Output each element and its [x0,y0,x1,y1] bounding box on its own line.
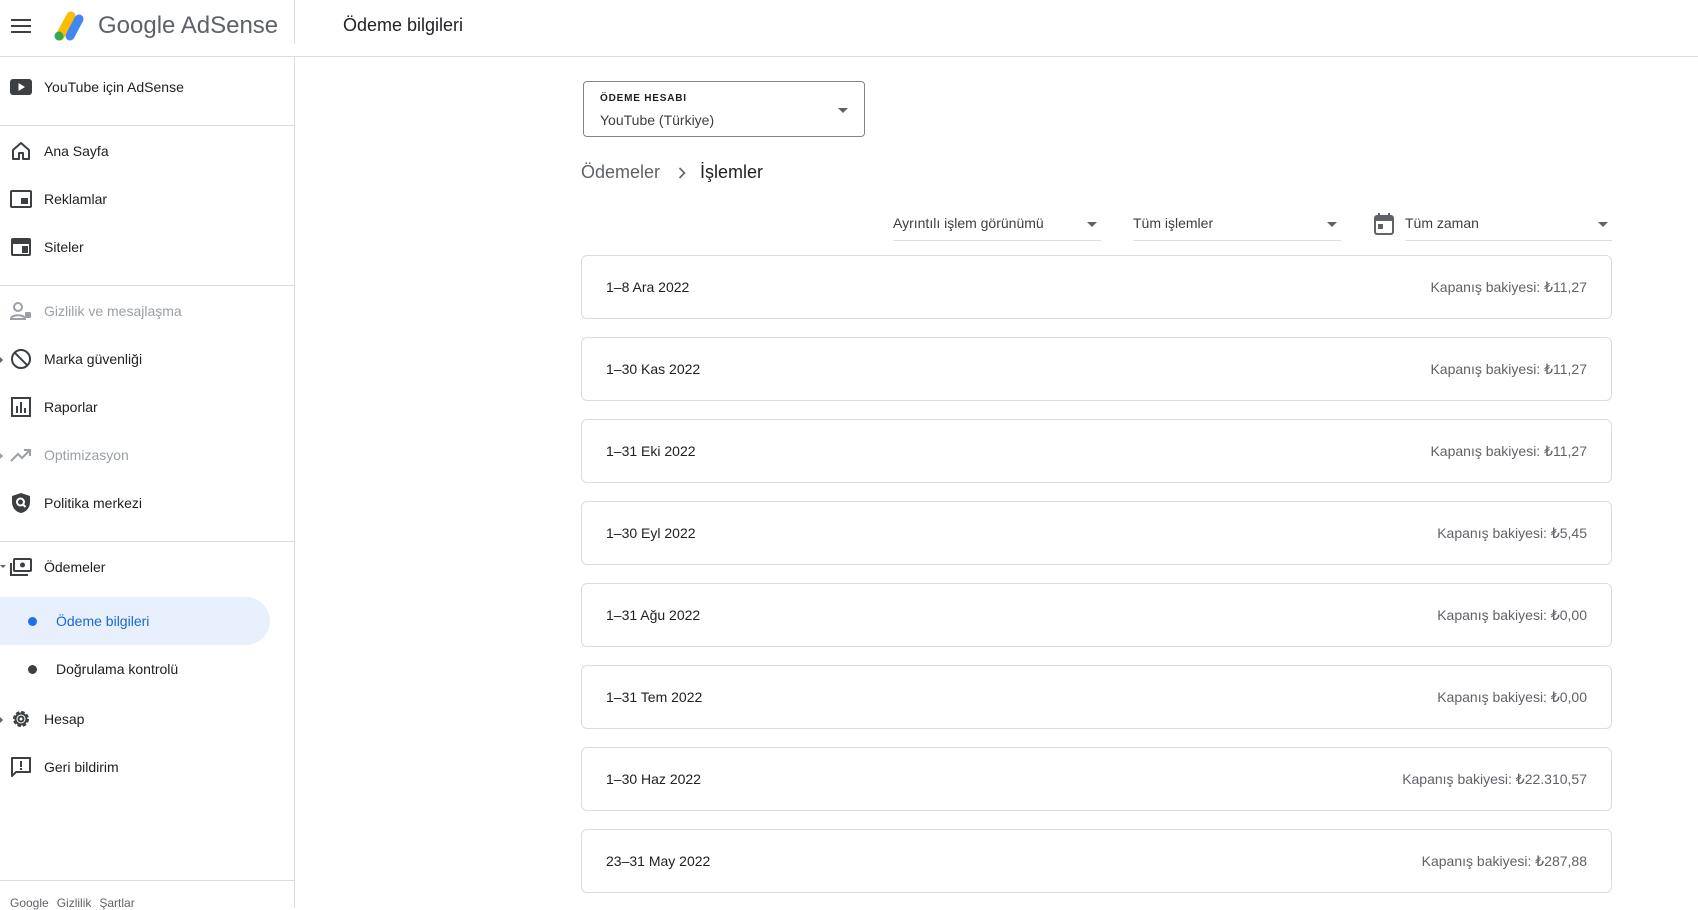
sidebar: YouTube için AdSense Ana Sayfa Reklamlar… [0,57,295,908]
breadcrumb-current: İşlemler [700,162,764,182]
closing-balance: Kapanış bakiyesi: ₺22.310,57 [1402,771,1587,787]
dropdown-arrow-icon [1327,222,1337,227]
transaction-row[interactable]: 1–30 Haz 2022 Kapanış bakiyesi: ₺22.310,… [581,747,1612,811]
ads-icon [9,187,33,211]
sidebar-item-label: Gizlilik ve mesajlaşma [44,303,182,319]
closing-balance: Kapanış bakiyesi: ₺5,45 [1437,525,1587,541]
closing-balance: Kapanış bakiyesi: ₺0,00 [1437,689,1587,705]
closing-balance: Kapanış bakiyesi: ₺0,00 [1437,607,1587,623]
dropdown-arrow-icon [1598,222,1608,227]
time-filter-select[interactable]: Tüm zaman [1405,210,1612,241]
sidebar-item-label: Geri bildirim [44,759,119,775]
trending-icon [9,443,33,467]
feedback-icon [9,755,33,779]
sidebar-item-label: Marka güvenliği [44,351,143,367]
sidebar-subitem-label: Doğrulama kontrolü [56,661,179,677]
transaction-period: 1–31 Tem 2022 [606,689,703,705]
adsense-logo-icon[interactable] [52,9,88,43]
sidebar-divider [0,541,294,542]
page-title: Ödeme bilgileri [343,15,464,35]
block-icon [9,347,33,371]
bullet-icon [28,665,37,674]
policy-icon [9,491,33,515]
transaction-row[interactable]: 1–31 Eki 2022 Kapanış bakiyesi: ₺11,27 [581,419,1612,483]
sidebar-item-payments[interactable]: Ödemeler [0,545,294,589]
sidebar-item-label: Ana Sayfa [44,143,109,159]
transaction-period: 1–30 Haz 2022 [606,771,701,787]
sidebar-item-label: Ödemeler [44,559,106,575]
view-filter-select[interactable]: Ayrıntılı işlem görünümü [893,210,1101,241]
sidebar-item-label: Hesap [44,711,85,727]
privacy-icon [9,299,33,323]
sidebar-item-feedback[interactable]: Geri bildirim [0,745,294,789]
reports-icon [9,395,33,419]
sidebar-item-privacy[interactable]: Gizlilik ve mesajlaşma [0,289,294,333]
transaction-row[interactable]: 1–31 Ağu 2022 Kapanış bakiyesi: ₺0,00 [581,583,1612,647]
breadcrumb-payments-link[interactable]: Ödemeler [581,162,660,183]
sidebar-item-home[interactable]: Ana Sayfa [0,129,294,173]
sidebar-item-policy-center[interactable]: Politika merkezi [0,481,294,525]
transaction-period: 1–30 Kas 2022 [606,361,701,377]
brand-name[interactable]: Google AdSense [98,12,278,40]
transaction-period: 1–31 Eki 2022 [606,443,696,459]
sidebar-subitem-payment-info[interactable]: Ödeme bilgileri [0,597,270,645]
sidebar-item-sites[interactable]: Siteler [0,225,294,269]
sidebar-item-label: Optimizasyon [44,447,129,463]
youtube-icon [9,75,33,99]
view-filter-value: Ayrıntılı işlem görünümü [893,215,1044,231]
sidebar-item-label: YouTube için AdSense [44,79,184,95]
gear-icon [9,707,33,731]
transaction-row[interactable]: 23–31 May 2022 Kapanış bakiyesi: ₺287,88 [581,829,1612,893]
dropdown-arrow-icon [1087,222,1097,227]
sidebar-item-label: Politika merkezi [44,495,143,511]
closing-balance: Kapanış bakiyesi: ₺11,27 [1430,361,1587,377]
expand-caret-icon [0,717,3,723]
transaction-period: 1–31 Ağu 2022 [606,607,701,623]
closing-balance: Kapanış bakiyesi: ₺11,27 [1430,443,1587,459]
sidebar-divider [0,125,294,126]
menu-icon[interactable] [9,14,33,38]
chevron-right-icon [678,166,686,179]
sites-icon [9,235,33,259]
calendar-icon[interactable] [1374,213,1396,235]
payment-account-value: YouTube (Türkiye) [600,112,715,128]
transaction-row[interactable]: 1–30 Eyl 2022 Kapanış bakiyesi: ₺5,45 [581,501,1612,565]
payments-icon [9,555,33,579]
transaction-row[interactable]: 1–30 Kas 2022 Kapanış bakiyesi: ₺11,27 [581,337,1612,401]
sidebar-item-youtube[interactable]: YouTube için AdSense [0,65,294,109]
transaction-period: 1–30 Eyl 2022 [606,525,696,541]
transaction-period: 23–31 May 2022 [606,853,711,869]
transaction-row[interactable]: 1–31 Tem 2022 Kapanış bakiyesi: ₺0,00 [581,665,1612,729]
sidebar-item-reports[interactable]: Raporlar [0,385,294,429]
sidebar-item-label: Reklamlar [44,191,108,207]
dropdown-arrow-icon [838,108,848,113]
closing-balance: Kapanış bakiyesi: ₺287,88 [1421,853,1587,869]
payment-account-caption: ÖDEME HESABI [600,93,687,104]
sidebar-subitem-verification[interactable]: Doğrulama kontrolü [0,645,270,693]
sidebar-divider [0,285,294,286]
top-app-bar: Google AdSense Ödeme bilgileri [0,0,1698,57]
sidebar-subitem-label: Ödeme bilgileri [56,613,150,629]
closing-balance: Kapanış bakiyesi: ₺11,27 [1430,279,1587,295]
transaction-row[interactable]: 1–8 Ara 2022 Kapanış bakiyesi: ₺11,27 [581,255,1612,319]
breadcrumb: Ödemeler İşlemler [581,162,763,183]
bullet-icon [28,617,37,626]
sidebar-item-account[interactable]: Hesap [0,697,294,741]
collapse-caret-icon [0,565,6,568]
sidebar-item-optimization[interactable]: Optimizasyon [0,433,294,477]
time-filter-value: Tüm zaman [1405,215,1479,231]
footer-divider [0,880,294,881]
sidebar-item-label: Raporlar [44,399,98,415]
sidebar-item-ads[interactable]: Reklamlar [0,177,294,221]
expand-caret-icon [0,357,3,363]
type-filter-value: Tüm işlemler [1133,215,1214,231]
transaction-period: 1–8 Ara 2022 [606,279,690,295]
type-filter-select[interactable]: Tüm işlemler [1133,210,1341,241]
payment-account-select[interactable]: ÖDEME HESABI YouTube (Türkiye) [583,81,865,137]
sidebar-item-label: Siteler [44,239,84,255]
sidebar-item-brand-safety[interactable]: Marka güvenliği [0,337,294,381]
header-divider [294,0,295,44]
home-icon [9,139,33,163]
expand-caret-icon [0,453,3,459]
